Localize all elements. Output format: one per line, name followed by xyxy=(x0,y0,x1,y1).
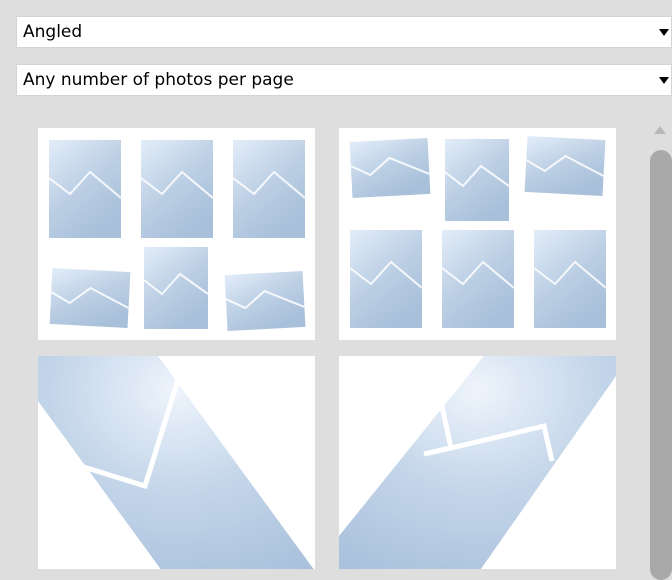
photo-placeholder-icon xyxy=(49,267,131,329)
photo-placeholder-icon xyxy=(38,356,314,569)
photo-placeholder-icon xyxy=(349,137,431,198)
photos-per-page-dropdown[interactable]: Any number of photos per page xyxy=(16,64,672,96)
photo-placeholder-icon xyxy=(524,135,606,197)
vertical-scrollbar[interactable] xyxy=(646,112,672,580)
layout-template-3[interactable] xyxy=(38,356,315,569)
chevron-down-icon[interactable] xyxy=(659,77,669,84)
photo-placeholder-icon xyxy=(441,230,515,328)
layout-style-value: Angled xyxy=(23,22,83,42)
photo-placeholder-icon xyxy=(232,140,306,238)
photo-placeholder-icon xyxy=(349,230,423,328)
arrow-up-icon[interactable] xyxy=(654,126,666,134)
photo-placeholder-icon xyxy=(48,140,122,238)
photo-placeholder-icon xyxy=(224,270,306,332)
layout-style-dropdown[interactable]: Angled xyxy=(16,16,672,48)
photos-per-page-value: Any number of photos per page xyxy=(23,70,294,90)
photo-placeholder-icon xyxy=(143,247,209,329)
photo-placeholder-icon xyxy=(444,139,510,221)
photo-placeholder-icon xyxy=(339,356,616,569)
layout-template-2[interactable] xyxy=(339,128,616,340)
template-gallery xyxy=(16,110,672,569)
layout-template-4[interactable] xyxy=(339,356,616,569)
photo-placeholder-icon xyxy=(533,230,607,328)
photo-placeholder-icon xyxy=(140,140,214,238)
scrollbar-thumb[interactable] xyxy=(650,150,672,580)
chevron-down-icon[interactable] xyxy=(659,29,669,36)
layout-template-1[interactable] xyxy=(38,128,315,340)
